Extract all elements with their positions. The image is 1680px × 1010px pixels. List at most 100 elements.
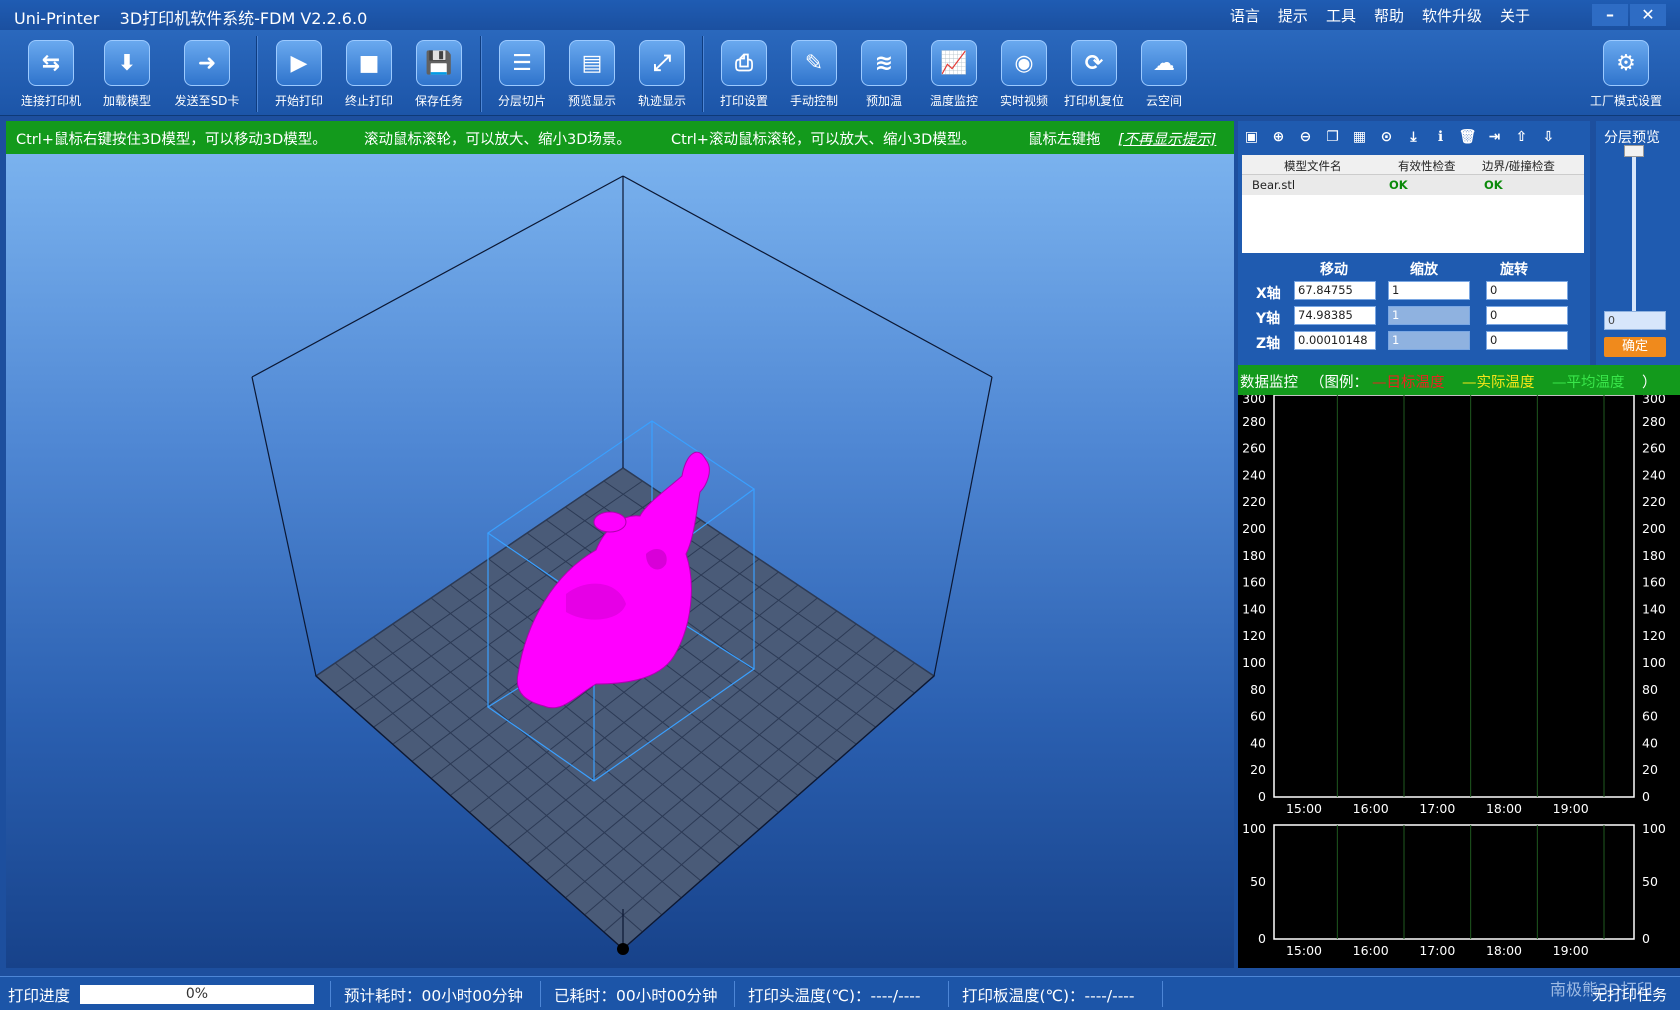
move-header: 移动: [1320, 262, 1348, 278]
tool-label: 加载模型: [102, 94, 151, 108]
center-icon[interactable]: ⊙: [1377, 127, 1396, 146]
y-tick-label-left: 220: [1242, 494, 1266, 509]
temperature-monitor-button[interactable]: 📈 温度监控: [919, 40, 989, 109]
table-row[interactable]: Bear.stl OK OK: [1242, 175, 1584, 195]
slice-button[interactable]: ☰ 分层切片: [487, 40, 557, 109]
layer-slider-track[interactable]: [1632, 149, 1636, 323]
slice-icon: ☰: [499, 40, 545, 86]
y-scale-field[interactable]: 1: [1388, 306, 1470, 325]
save-icon[interactable]: ▣: [1242, 127, 1261, 146]
live-video-button[interactable]: ◉ 实时视频: [989, 40, 1059, 109]
task-status: 无打印任务: [1592, 986, 1668, 1004]
align-icon[interactable]: ⇥: [1485, 127, 1504, 146]
minimize-button[interactable]: –: [1592, 4, 1628, 26]
add-icon[interactable]: ⊕: [1269, 127, 1288, 146]
head-temperature: 打印头温度(℃)：----/----: [748, 987, 921, 1005]
monitor-title: 数据监控: [1240, 375, 1298, 391]
model-table: 模型文件名 有效性检查 边界/碰撞检查 Bear.stl OK OK: [1242, 155, 1584, 253]
status-bar: 打印进度 0% 预计耗时：00小时00分钟 已耗时：00小时00分钟 打印头温度…: [0, 976, 1680, 1010]
y-tick-label-right: 80: [1642, 682, 1658, 697]
tool-label: 开始打印: [274, 94, 323, 108]
x-rotate-field[interactable]: 0: [1486, 281, 1568, 300]
trajectory-button[interactable]: ⤢ 轨迹显示: [627, 40, 697, 109]
layer-slider-thumb[interactable]: [1624, 145, 1644, 157]
x-tick-label: 16:00: [1353, 801, 1389, 816]
y-tick-label-right: 220: [1642, 494, 1666, 509]
preheat-button[interactable]: ≋ 预加温: [849, 40, 919, 109]
x-tick-label: 19:00: [1553, 801, 1589, 816]
tool-label: 分层切片: [497, 94, 546, 108]
layer-preview-title: 分层预览: [1604, 130, 1660, 146]
remove-icon[interactable]: ⊖: [1296, 127, 1315, 146]
progress-bar: 0%: [80, 985, 314, 1004]
layer-preview-panel: 分层预览 0 确定: [1596, 121, 1680, 365]
3d-viewport[interactable]: [6, 154, 1234, 968]
y-tick-label-right: 300: [1642, 395, 1666, 406]
title-bar: Uni-Printer 3D打印机软件系统-FDM V2.2.6.0 语言 提示…: [0, 0, 1680, 30]
hide-hints-link[interactable]: [不再显示提示]: [1118, 128, 1216, 149]
x-axis-label: X轴: [1256, 286, 1281, 302]
legend-target-temp: —目标温度: [1372, 375, 1445, 391]
print-settings-button[interactable]: ⎙ 打印设置: [709, 40, 779, 109]
menu-help[interactable]: 帮助: [1374, 5, 1404, 26]
menu-about[interactable]: 关于: [1500, 5, 1530, 26]
delete-icon[interactable]: 🗑: [1458, 127, 1477, 146]
y-tick-label-left: 100: [1242, 655, 1266, 670]
lift-icon[interactable]: ⇧: [1512, 127, 1531, 146]
plot-frame: [1273, 824, 1635, 940]
close-button[interactable]: ✕: [1630, 4, 1666, 26]
save-task-button[interactable]: 💾 保存任务: [404, 40, 474, 109]
load-model-button[interactable]: ⬇ 加载模型: [92, 40, 162, 109]
y-rotate-field[interactable]: 0: [1486, 306, 1568, 325]
z-move-field[interactable]: 0.00010148: [1294, 331, 1376, 350]
menu-upgrade[interactable]: 软件升级: [1422, 5, 1482, 26]
z-scale-field[interactable]: 1: [1388, 331, 1470, 350]
menu-hint[interactable]: 提示: [1278, 5, 1308, 26]
copy-icon[interactable]: ❐: [1323, 127, 1342, 146]
col-boundary: 边界/碰撞检查: [1482, 159, 1555, 173]
x-scale-field[interactable]: 1: [1388, 281, 1470, 300]
elapsed-time: 已耗时：00小时00分钟: [554, 987, 718, 1005]
y-tick-label-right: 0: [1642, 789, 1650, 804]
grid-icon[interactable]: ▦: [1350, 127, 1369, 146]
connect-printer-button[interactable]: ⇆ 连接打印机: [16, 40, 86, 109]
plot-frame: [1273, 395, 1635, 798]
y-tick-label-left: 0: [1258, 931, 1266, 946]
printer-reset-button[interactable]: ⟳ 打印机复位: [1059, 40, 1129, 109]
manual-control-button[interactable]: ✎ 手动控制: [779, 40, 849, 109]
menu-bar: 语言 提示 工具 帮助 软件升级 关于: [1230, 5, 1530, 26]
menu-language[interactable]: 语言: [1230, 5, 1260, 26]
send-to-sd-button[interactable]: ➜ 发送至SD卡: [172, 40, 242, 109]
layer-number-field[interactable]: 0: [1604, 311, 1666, 330]
z-rotate-field[interactable]: 0: [1486, 331, 1568, 350]
model-toolbar: ▣ ⊕ ⊖ ❐ ▦ ⊙ ⤓ ℹ 🗑 ⇥ ⇧ ⇩: [1242, 127, 1558, 146]
cloud-space-button[interactable]: ☁ 云空间: [1129, 40, 1199, 109]
rotate-header: 旋转: [1500, 262, 1528, 278]
x-move-field[interactable]: 67.84755: [1294, 281, 1376, 300]
start-print-button[interactable]: ▶ 开始打印: [264, 40, 334, 109]
tool-label: 手动控制: [789, 94, 838, 108]
y-tick-label-left: 120: [1242, 628, 1266, 643]
drop-icon[interactable]: ⇩: [1539, 127, 1558, 146]
reset-icon: ⟳: [1071, 40, 1117, 86]
import-icon[interactable]: ⤓: [1404, 127, 1423, 146]
tool-label: 打印机复位: [1063, 94, 1124, 108]
col-file-name: 模型文件名: [1284, 159, 1342, 173]
factory-settings-button[interactable]: ⚙ 工厂模式设置: [1584, 40, 1668, 109]
y-tick-label-left: 0: [1258, 789, 1266, 804]
y-move-field[interactable]: 74.98385: [1294, 306, 1376, 325]
y-tick-label-right: 260: [1642, 441, 1666, 456]
fan-chart: 0 0 50 50 100 100 15:00 16:00 17:00 18:00 19:00: [1242, 821, 1666, 958]
y-tick-label-right: 160: [1642, 575, 1666, 590]
menu-tools[interactable]: 工具: [1326, 5, 1356, 26]
info-icon[interactable]: ℹ: [1431, 127, 1450, 146]
scale-header: 缩放: [1410, 262, 1438, 278]
status-separator: [1162, 981, 1163, 1007]
preview-button[interactable]: ▤ 预览显示: [557, 40, 627, 109]
tool-label: 发送至SD卡: [174, 94, 240, 108]
y-tick-label-left: 60: [1250, 709, 1266, 724]
layer-confirm-button[interactable]: 确定: [1604, 337, 1666, 357]
y-tick-label-right: 120: [1642, 628, 1666, 643]
status-separator: [330, 981, 331, 1007]
stop-print-button[interactable]: ■ 终止打印: [334, 40, 404, 109]
